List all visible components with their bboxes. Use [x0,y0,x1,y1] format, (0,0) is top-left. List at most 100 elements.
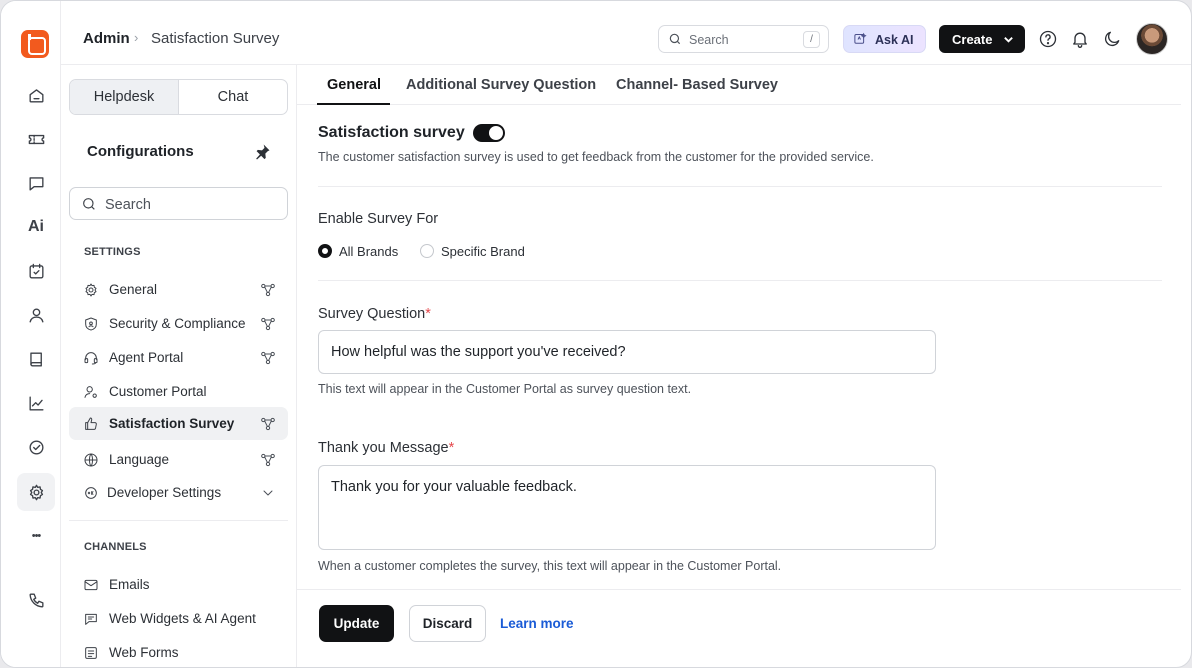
ask-ai-label: Ask AI [875,33,914,47]
sidebar-item-general[interactable]: General [69,273,288,306]
sidebar-item-security[interactable]: Security & Compliance [69,307,288,340]
gear-icon [83,282,99,298]
discard-button[interactable]: Discard [409,605,486,642]
shield-icon [83,316,99,332]
section-description: The customer satisfaction survey is used… [318,150,874,164]
mail-icon [83,577,99,593]
search-placeholder: Search [689,33,729,47]
avatar[interactable] [1136,23,1168,55]
sidebar-item-web-widgets[interactable]: Web Widgets & AI Agent [69,602,288,635]
widget-icon [83,611,99,627]
radio-dot [318,244,332,258]
divider [318,186,1162,187]
sidebar-item-label: Customer Portal [109,384,207,399]
analytics-icon[interactable] [17,384,55,422]
survey-question-label: Survey Question* [318,306,431,322]
sdk-icon [83,485,99,501]
sidebar-item-label: Agent Portal [109,350,184,365]
enable-survey-label: Enable Survey For [318,211,439,227]
form-footer: Update Discard Learn more [297,589,1181,667]
ai-icon[interactable]: Ai [17,208,55,246]
sidebar-item-web-forms[interactable]: Web Forms [69,636,288,667]
chevron-down-icon [1004,37,1013,43]
sidebar-divider [69,520,288,521]
sidebar-item-emails[interactable]: Emails [69,568,288,601]
more-icon[interactable]: ••• [17,517,55,555]
segment-chat[interactable]: Chat [179,80,287,114]
pin-icon[interactable] [252,142,272,162]
product-switcher: Helpdesk Chat [69,79,288,115]
tab-additional-survey-question[interactable]: Additional Survey Question [406,77,596,93]
radio-label: All Brands [339,244,399,259]
graph-icon [260,316,276,332]
user-gear-icon [83,384,99,400]
bell-icon[interactable] [1070,29,1090,49]
create-button[interactable]: Create [939,25,1025,53]
ask-ai-button[interactable]: Ask AI [843,25,926,53]
sidebar-item-label: Web Forms [109,645,179,660]
section-title: Satisfaction survey [318,124,465,141]
survey-question-value: How helpful was the support you've recei… [331,344,626,360]
sidebar-search-input[interactable]: Search [69,187,288,220]
settings-icon[interactable] [17,473,55,511]
radio-label: Specific Brand [441,244,525,259]
thank-you-label: Thank you Message* [318,440,455,456]
help-icon[interactable] [1038,29,1058,49]
sidebar-search-placeholder: Search [105,197,151,213]
graph-icon [260,350,276,366]
app-window: Ai ••• Admin › Satisfaction Survey Searc… [0,0,1192,668]
update-button[interactable]: Update [319,605,394,642]
tab-general[interactable]: General [327,77,381,93]
thank-you-help: When a customer completes the survey, th… [318,559,782,573]
sidebar-title: Configurations [87,143,194,160]
breadcrumb-current: Satisfaction Survey [151,30,280,47]
survey-enabled-toggle[interactable] [473,124,505,142]
headset-icon [83,350,99,366]
sidebar-item-satisfaction-survey[interactable]: Satisfaction Survey [69,407,288,440]
tab-channel-based-survey[interactable]: Channel- Based Survey [616,77,778,93]
sidebar-item-label: Satisfaction Survey [109,416,235,431]
moon-icon[interactable] [1102,29,1122,49]
sidebar-item-language[interactable]: Language [69,443,288,476]
survey-question-input[interactable]: How helpful was the support you've recei… [318,330,936,374]
form-icon [83,645,99,661]
survey-question-help: This text will appear in the Customer Po… [318,382,692,396]
task-icon[interactable] [17,252,55,290]
sidebar-item-label: General [109,282,158,297]
sidebar-item-label: Language [109,452,170,467]
sidebar-item-label: Developer Settings [107,485,222,500]
sidebar-item-developer-settings[interactable]: Developer Settings [69,476,288,509]
sidebar-item-agent-portal[interactable]: Agent Portal [69,341,288,374]
sidebar-item-label: Emails [109,577,150,592]
breadcrumb-root[interactable]: Admin [83,30,130,47]
phone-icon[interactable] [17,581,55,619]
home-icon[interactable] [17,76,55,114]
global-search-input[interactable]: Search / [658,25,829,53]
thank-you-message-textarea[interactable]: Thank you for your valuable feedback. [318,465,936,550]
chevron-down-icon[interactable] [260,485,276,501]
thank-you-value: Thank you for your valuable feedback. [331,479,577,495]
globe-icon [83,452,99,468]
graph-icon [260,416,276,432]
ticket-icon[interactable] [17,120,55,158]
section-label-channels: CHANNELS [84,541,147,553]
create-label: Create [952,32,993,47]
graph-icon [260,282,276,298]
chat-icon[interactable] [17,164,55,202]
book-icon[interactable] [17,340,55,378]
contact-icon[interactable] [17,296,55,334]
segment-helpdesk[interactable]: Helpdesk [70,80,179,114]
learn-more-link[interactable]: Learn more [500,616,574,631]
sidebar-item-customer-portal[interactable]: Customer Portal [69,375,288,408]
sidebar-item-label: Security & Compliance [109,316,246,331]
divider [318,280,1162,281]
breadcrumb-separator: › [134,30,139,45]
check-icon[interactable] [17,428,55,466]
thumbs-up-icon [83,416,99,432]
section-label-settings: SETTINGS [84,246,141,258]
config-sidebar: Helpdesk Chat Configurations Search SETT… [61,65,297,667]
survey-settings-panel: Satisfaction survey The customer satisfa… [297,105,1181,589]
top-header: Admin › Satisfaction Survey Search / Ask… [61,1,1191,65]
app-logo-icon[interactable] [21,30,49,58]
search-icon [669,33,681,45]
